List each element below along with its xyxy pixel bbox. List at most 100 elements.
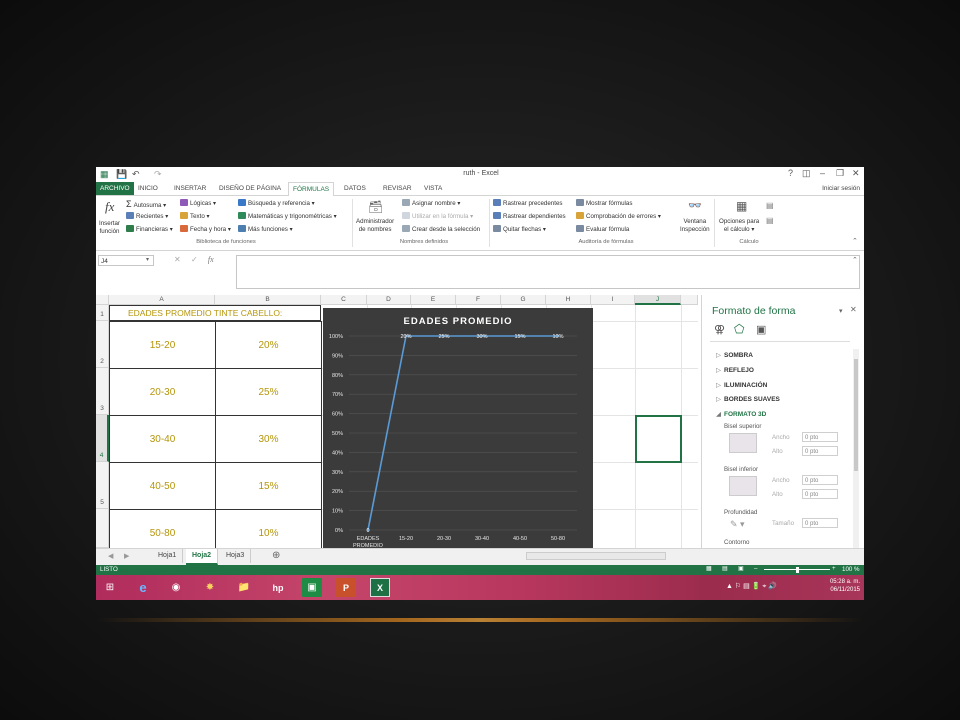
help-icon[interactable]: ? [788, 168, 793, 178]
column-header-i[interactable]: I [591, 295, 635, 305]
show-formulas-button[interactable]: Mostrar fórmulas [576, 199, 632, 207]
depth-color-icon[interactable]: ✎ ▾ [730, 519, 745, 530]
ribbon-options-icon[interactable]: ◫ [802, 168, 811, 179]
worksheet-grid[interactable]: A B C D E F G H I J 1 2 3 4 5 EDADES PRO… [96, 295, 698, 548]
undo-icon[interactable]: ↶ [132, 169, 140, 180]
row-header-3[interactable]: 3 [96, 368, 109, 415]
text-button[interactable]: Texto ▾ [180, 212, 210, 220]
more-functions-button[interactable]: Más funciones ▾ [238, 225, 293, 233]
calc-options-button[interactable]: Opciones para el cálculo ▾ [719, 218, 759, 234]
bisel-inferior-picker[interactable] [729, 476, 757, 496]
section-iluminacion[interactable]: ▷ ILUMINACIÓN [716, 381, 767, 389]
zoom-slider-thumb[interactable] [796, 567, 799, 573]
photos-icon[interactable]: ✸ [200, 578, 220, 597]
normal-view-icon[interactable]: ▦ [706, 565, 712, 572]
redo-icon[interactable]: ↷ [154, 169, 162, 180]
taskbar-clock[interactable]: 05:28 a. m. 06/11/2015 [830, 578, 860, 594]
tab-revisar[interactable]: REVISAR [379, 182, 416, 195]
select-all-corner[interactable] [96, 295, 109, 305]
enter-icon[interactable]: ✓ [191, 255, 198, 264]
signin-link[interactable]: Iniciar sesión [822, 185, 860, 192]
calc-now-icon[interactable]: ▤ [766, 201, 774, 210]
column-header-b[interactable]: B [215, 295, 321, 305]
tab-vista[interactable]: VISTA [420, 182, 446, 195]
table-cell-age[interactable]: 40-50 [109, 462, 216, 510]
cancel-icon[interactable]: ✕ [174, 255, 181, 264]
section-bordes-suaves[interactable]: ▷ BORDES SUAVES [716, 395, 780, 403]
remove-arrows-button[interactable]: Quitar flechas ▾ [493, 225, 546, 233]
math-button[interactable]: Matemáticas y trigonométricas ▾ [238, 212, 337, 220]
next-sheet-icon[interactable]: ▶ [124, 552, 129, 560]
bisel-superior-alto-input[interactable]: 0 pto [802, 446, 838, 456]
watch-window-icon[interactable]: 👓 [688, 199, 702, 212]
file-explorer-icon[interactable]: 📁 [234, 578, 254, 597]
save-icon[interactable]: 💾 [116, 169, 127, 180]
tab-archivo[interactable]: ARCHIVO [96, 182, 134, 195]
create-from-selection-button[interactable]: Crear desde la selección [402, 225, 480, 233]
zoom-level[interactable]: 100 % [842, 566, 860, 573]
zoom-out-icon[interactable]: – [754, 565, 757, 572]
restore-icon[interactable]: ❐ [836, 168, 844, 179]
section-sombra[interactable]: ▷ SOMBRA [716, 351, 753, 359]
sheet-tab-hoja1[interactable]: Hoja1 [152, 549, 184, 563]
hp-icon[interactable]: hp [268, 578, 288, 597]
tab-formulas[interactable]: FÓRMULAS [288, 182, 335, 197]
name-box-dropdown-icon[interactable]: ▾ [146, 256, 149, 263]
close-icon[interactable]: ✕ [852, 168, 860, 179]
tab-inicio[interactable]: INICIO [134, 182, 162, 195]
table-cell-age[interactable]: 30-40 [109, 415, 216, 463]
define-name-button[interactable]: Asignar nombre ▾ [402, 199, 461, 207]
windows-start-icon[interactable]: ⊞ [100, 578, 120, 597]
table-cell-percent[interactable]: 15% [215, 462, 322, 510]
table-cell-age[interactable]: 50-80 [109, 509, 216, 548]
bisel-superior-picker[interactable] [729, 433, 757, 453]
column-header-f[interactable]: F [456, 295, 501, 305]
size-properties-icon[interactable]: ▣ [756, 323, 766, 336]
column-header-h[interactable]: H [546, 295, 591, 305]
bisel-inferior-ancho-input[interactable]: 0 pto [802, 475, 838, 485]
table-cell-percent[interactable]: 20% [215, 321, 322, 369]
trace-precedents-button[interactable]: Rastrear precedentes [493, 199, 563, 207]
excel-taskbar-icon[interactable]: X [370, 578, 390, 597]
table-cell-age[interactable]: 20-30 [109, 368, 216, 416]
page-layout-view-icon[interactable]: ▤ [722, 565, 728, 572]
name-manager-icon[interactable]: 🗃 [368, 200, 383, 214]
column-header-g[interactable]: G [501, 295, 546, 305]
insert-function-fx-icon[interactable]: fx [208, 255, 214, 264]
ie-icon[interactable]: e [133, 578, 153, 597]
row-header-1[interactable]: 1 [96, 305, 109, 321]
row-header-4[interactable]: 4 [96, 415, 109, 462]
section-reflejo[interactable]: ▷ REFLEJO [716, 366, 754, 374]
financial-button[interactable]: Financieras ▾ [126, 225, 173, 233]
datetime-button[interactable]: Fecha y hora ▾ [180, 225, 231, 233]
table-cell-age[interactable]: 15-20 [109, 321, 216, 369]
recent-button[interactable]: Recientes ▾ [126, 212, 168, 220]
page-break-view-icon[interactable]: ▣ [738, 565, 744, 572]
table-cell-percent[interactable]: 30% [215, 415, 322, 463]
name-manager-button[interactable]: Administrador de nombres [356, 218, 394, 234]
close-pane-icon[interactable]: ✕ [850, 305, 857, 314]
error-checking-button[interactable]: Comprobación de errores ▾ [576, 212, 661, 220]
logical-button[interactable]: Lógicas ▾ [180, 199, 216, 207]
pane-scrollbar[interactable] [853, 349, 859, 548]
row-header-5[interactable]: 5 [96, 462, 109, 509]
tray-icons[interactable]: ▲ ⚐ ▤ 🔋 ⌖ 🔊 [726, 582, 777, 591]
expand-formula-bar-icon[interactable]: ⌃ [852, 256, 858, 264]
column-header-e[interactable]: E [411, 295, 456, 305]
column-header-a[interactable]: A [109, 295, 215, 305]
table-title-cell[interactable]: EDADES PROMEDIO TINTE CABELLO: [109, 305, 321, 321]
media-icon[interactable]: ◉ [166, 578, 186, 597]
add-sheet-icon[interactable]: ⊕ [272, 550, 280, 561]
profundidad-tamano-input[interactable]: 0 pto [802, 518, 838, 528]
horizontal-scrollbar[interactable] [526, 552, 666, 560]
line-chart[interactable]: EDADES PROMEDIO 0% 10% 20% 30% 40% 50% 60% 70% 80… [323, 308, 593, 548]
use-in-formula-button[interactable]: Utilizar en la fórmula ▾ [402, 212, 473, 220]
tab-diseno[interactable]: DISEÑO DE PÁGINA [215, 182, 285, 195]
section-formato-3d[interactable]: ◢ FORMATO 3D [716, 410, 766, 418]
formula-input[interactable] [236, 255, 860, 289]
selected-cell-j4[interactable] [635, 415, 682, 463]
tab-datos[interactable]: DATOS [340, 182, 370, 195]
evaluate-formula-button[interactable]: Evaluar fórmula [576, 225, 629, 233]
sheet-tab-hoja3[interactable]: Hoja3 [220, 549, 252, 563]
trace-dependents-button[interactable]: Rastrear dependientes [493, 212, 566, 220]
